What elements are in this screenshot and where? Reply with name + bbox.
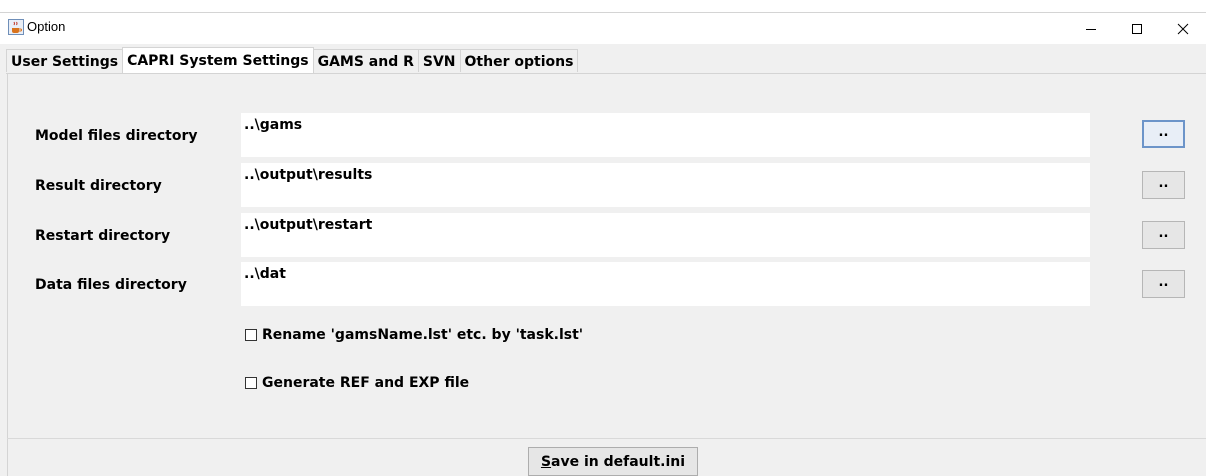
data-files-browse-button[interactable]: .. (1142, 270, 1185, 298)
close-icon (1177, 23, 1189, 34)
title-bar[interactable]: Option (0, 13, 1206, 44)
result-browse-button[interactable]: .. (1142, 171, 1185, 199)
model-files-browse-button[interactable]: .. (1142, 120, 1185, 148)
tab-strip: User Settings CAPRI System Settings GAMS… (6, 47, 579, 74)
tab-other-options[interactable]: Other options (459, 49, 579, 72)
tab-capri-system-settings[interactable]: CAPRI System Settings (122, 47, 314, 73)
save-label-rest: ave in default.ini (551, 453, 686, 470)
generate-ref-exp-label: Generate REF and EXP file (262, 375, 470, 391)
data-files-directory-label: Data files directory (35, 277, 187, 293)
minimize-icon (1086, 28, 1096, 30)
model-files-directory-field[interactable]: ..\gams (241, 113, 1090, 157)
tab-gams-and-r[interactable]: GAMS and R (312, 49, 419, 72)
result-directory-field[interactable]: ..\output\results (241, 163, 1090, 207)
close-button[interactable] (1160, 13, 1206, 44)
rename-lst-label: Rename 'gamsName.lst' etc. by 'task.lst' (262, 327, 584, 343)
option-window: Option User Settings CAPRI System Settin… (0, 0, 1206, 476)
restart-directory-field[interactable]: ..\output\restart (241, 213, 1090, 257)
checkbox-box[interactable] (245, 329, 257, 341)
java-cup-icon (8, 19, 24, 35)
save-mnemonic: S (540, 453, 552, 470)
maximize-icon (1132, 23, 1142, 34)
result-directory-label: Result directory (35, 178, 162, 194)
save-default-ini-button[interactable]: Save in default.ini (528, 447, 698, 476)
tab-user-settings[interactable]: User Settings (6, 49, 124, 72)
generate-ref-exp-checkbox[interactable]: Generate REF and EXP file (245, 375, 469, 391)
rename-lst-checkbox[interactable]: Rename 'gamsName.lst' etc. by 'task.lst' (245, 327, 583, 343)
window-top-strip (0, 0, 1206, 13)
tab-svn[interactable]: SVN (417, 49, 461, 72)
minimize-button[interactable] (1068, 13, 1114, 44)
restart-browse-button[interactable]: .. (1142, 221, 1185, 249)
restart-directory-label: Restart directory (35, 228, 171, 244)
data-files-directory-field[interactable]: ..\dat (241, 262, 1090, 306)
window-title: Option (27, 19, 66, 34)
maximize-button[interactable] (1114, 13, 1160, 44)
checkbox-box[interactable] (245, 377, 257, 389)
model-files-directory-label: Model files directory (35, 128, 198, 144)
